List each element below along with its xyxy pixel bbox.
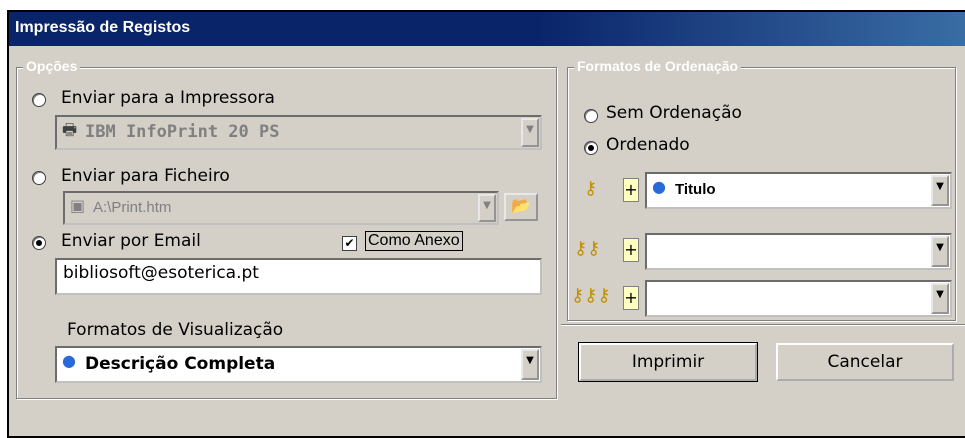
chevron-down-icon[interactable]: ▼ [478,194,496,222]
view-format-value: Descrição Completa [85,354,276,374]
key-icon: ⚷ [584,178,598,199]
sorting-legend: Formatos de Ordenação [574,58,742,74]
sorted-radio[interactable] [584,141,598,155]
chevron-down-icon[interactable]: ▼ [931,175,949,206]
send-email-label[interactable]: Enviar por Email [61,231,201,251]
sorted-label[interactable]: Ordenado [606,135,690,155]
globe-icon: ● [62,351,76,370]
printer-value: IBM InfoPrint 20 PS [85,122,280,142]
chevron-down-icon[interactable]: ▼ [521,349,539,380]
separator [561,324,965,326]
chevron-down-icon[interactable]: ▼ [521,118,539,147]
send-email-radio[interactable] [32,236,46,250]
options-legend: Opções [23,58,81,74]
send-file-radio[interactable] [32,171,46,185]
sort-1-value: Titulo [675,181,716,198]
print-records-dialog: Impressão de Registos Opções Enviar para… [7,10,965,438]
printer-icon: 🖶 [62,120,78,139]
folder-icon[interactable]: 📂 [504,193,538,221]
as-attachment-checkbox[interactable]: ✔ [342,236,357,251]
chevron-down-icon[interactable]: ▼ [931,236,949,267]
send-printer-radio[interactable] [32,93,46,107]
printer-select[interactable]: 🖶 IBM InfoPrint 20 PS ▼ [55,115,542,150]
as-attachment-label[interactable]: Como Anexo [365,231,463,251]
print-button[interactable]: Imprimir [578,342,758,382]
send-printer-label[interactable]: Enviar para a Impressora [61,88,275,108]
key-icon: ⚷⚷⚷ [571,285,611,306]
globe-icon: ● [652,177,666,196]
sort-3-select[interactable]: ▼ [645,280,952,317]
sort-2-select[interactable]: ▼ [645,233,952,270]
no-sort-label[interactable]: Sem Ordenação [606,103,742,123]
email-field[interactable]: bibliosoft@esoterica.pt [55,258,542,295]
add-sort-1-button[interactable]: + [623,178,639,202]
send-file-label[interactable]: Enviar para Ficheiro [61,166,230,186]
chevron-down-icon[interactable]: ▼ [931,283,949,314]
file-icon: ▣ [70,196,86,215]
key-icon: ⚷⚷ [574,238,601,259]
view-formats-label: Formatos de Visualização [67,320,284,340]
no-sort-radio[interactable] [584,109,598,123]
add-sort-2-button[interactable]: + [623,238,639,262]
file-path-value: A:\Print.htm [93,199,172,216]
view-format-select[interactable]: ● Descrição Completa ▼ [55,346,542,383]
file-path-select[interactable]: ▣ A:\Print.htm ▼ [63,191,499,225]
cancel-button[interactable]: Cancelar [776,343,954,381]
sort-1-select[interactable]: ● Titulo ▼ [645,172,952,209]
add-sort-3-button[interactable]: + [623,286,639,310]
title-bar: Impressão de Registos [9,12,965,46]
window-title: Impressão de Registos [15,19,191,36]
